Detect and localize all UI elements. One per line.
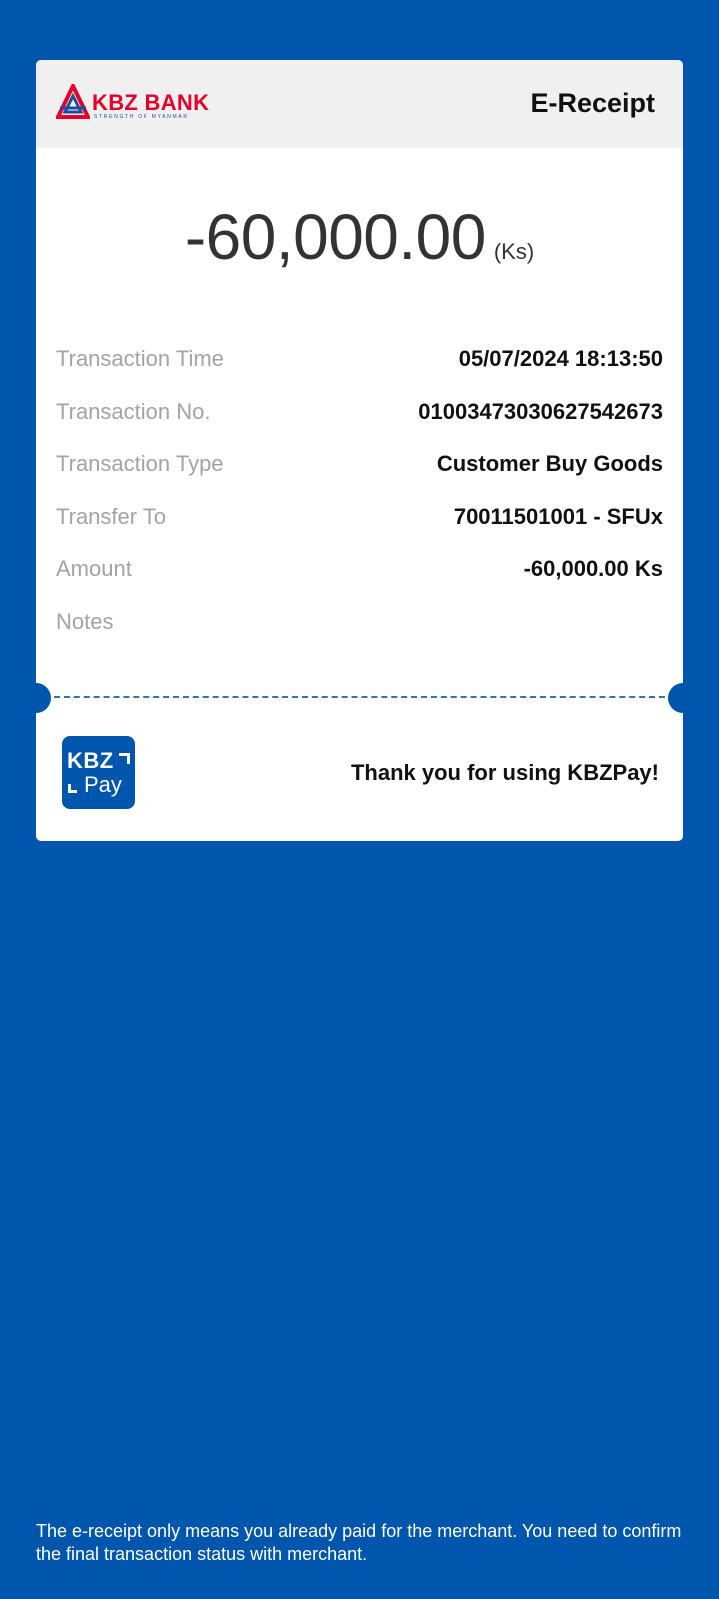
detail-value: Customer Buy Goods xyxy=(436,451,663,477)
ticket-notch-right xyxy=(668,683,683,713)
detail-label: Transaction Time xyxy=(56,346,224,371)
dashed-divider xyxy=(54,696,665,698)
detail-row-transaction-type: Transaction Type Customer Buy Goods xyxy=(56,447,663,500)
amount-value: -60,000.00 xyxy=(184,201,487,273)
detail-label: Notes xyxy=(56,608,114,634)
detail-label: Transaction Type xyxy=(56,451,224,477)
ticket-notch-left xyxy=(36,683,51,713)
detail-row-transaction-time: Transaction Time 05/07/2024 18:13:50 xyxy=(56,342,663,395)
receipt-card: KBZ BANK STRENGTH OF MYANMAR E-Receipt -… xyxy=(36,60,683,841)
page-title: E-Receipt xyxy=(530,88,655,118)
detail-value: -60,000.00 Ks xyxy=(523,556,663,582)
amount-display: -60,000.00 (Ks) xyxy=(36,200,683,274)
detail-row-transaction-no: Transaction No. 01003473030627542673 xyxy=(56,395,663,448)
kbzpay-logo-kbz: KBZ xyxy=(67,748,114,773)
disclaimer-text: The e-receipt only means you already pai… xyxy=(36,1521,682,1564)
bank-tagline: STRENGTH OF MYANMAR xyxy=(94,114,189,120)
transaction-details: Transaction Time 05/07/2024 18:13:50 Tra… xyxy=(56,342,663,658)
detail-value: 05/07/2024 18:13:50 xyxy=(458,346,663,371)
detail-row-notes: Notes xyxy=(56,605,663,658)
arrow-down-left-icon xyxy=(68,784,77,793)
kbz-bank-logo: KBZ BANK STRENGTH OF MYANMAR xyxy=(54,81,226,124)
detail-value: 70011501001 - SFUx xyxy=(453,503,663,529)
kbzpay-logo-pay: Pay xyxy=(84,772,122,797)
bank-name: KBZ BANK xyxy=(92,90,210,115)
receipt-header: KBZ BANK STRENGTH OF MYANMAR E-Receipt xyxy=(36,60,683,148)
detail-label: Amount xyxy=(56,556,132,582)
detail-value: 01003473030627542673 xyxy=(418,398,663,424)
detail-label: Transfer To xyxy=(56,503,167,529)
detail-label: Transaction No. xyxy=(56,398,211,424)
thank-you-message: Thank you for using KBZPay! xyxy=(350,760,659,785)
kbz-triangle-icon xyxy=(54,81,92,119)
detail-row-amount: Amount -60,000.00 Ks xyxy=(56,552,663,605)
arrow-up-right-icon xyxy=(119,753,130,764)
amount-unit: (Ks) xyxy=(493,239,535,264)
detail-row-transfer-to: Transfer To 70011501001 - SFUx xyxy=(56,500,663,553)
kbzpay-logo: KBZ Pay xyxy=(62,736,135,809)
